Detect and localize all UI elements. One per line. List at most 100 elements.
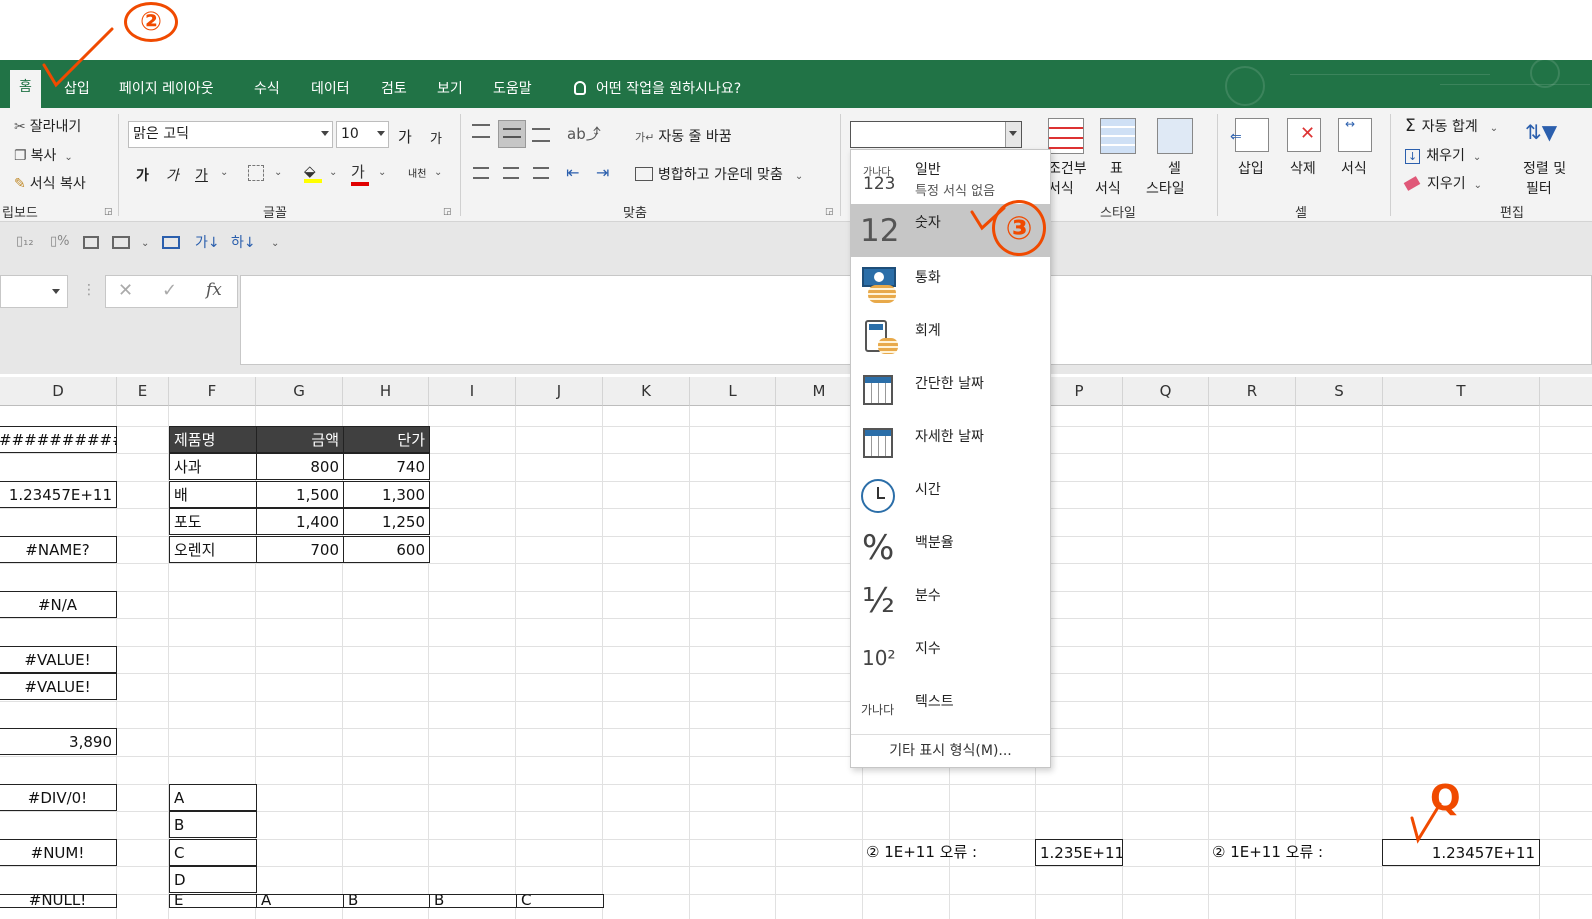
format-as-table-icon[interactable] — [1100, 118, 1136, 154]
table-cell[interactable]: 배 — [169, 481, 257, 508]
qat-merge-icon[interactable] — [112, 236, 130, 249]
format-option-general[interactable]: 가나다 123 일반 특정 서식 없음 — [851, 151, 1050, 204]
grow-font-button[interactable]: 가 — [398, 126, 412, 147]
cell-d[interactable]: #NULL! — [0, 894, 117, 908]
dialog-launcher-icon[interactable]: ◲ — [825, 207, 834, 217]
format-option-accounting[interactable]: 회계 — [851, 310, 1050, 363]
letter-cell[interactable]: C — [516, 894, 604, 908]
tab-view[interactable]: 보기 — [428, 72, 472, 108]
column-header[interactable]: I — [429, 377, 516, 406]
qat-customize-icon[interactable]: ⌄ — [271, 238, 279, 249]
format-as-table-line2[interactable]: 서식 — [1095, 178, 1121, 198]
align-top-icon[interactable] — [472, 124, 490, 138]
letter-cell[interactable]: E — [169, 894, 257, 908]
column-header[interactable]: F — [169, 377, 256, 406]
align-bottom-icon[interactable] — [532, 128, 550, 142]
table-cell[interactable]: 사과 — [169, 453, 257, 480]
qat-number-icon[interactable]: ▯₁₂ — [16, 234, 34, 249]
format-as-table-line1[interactable]: 표 — [1110, 158, 1123, 178]
error-label[interactable]: ② 1E+11 오류 : — [862, 839, 1032, 866]
table-header[interactable]: 제품명 — [169, 426, 257, 453]
tab-formulas[interactable]: 수식 — [245, 72, 289, 108]
tell-me-box[interactable]: 어떤 작업을 원하시나요? — [565, 72, 750, 108]
sort-filter-line1[interactable]: 정렬 및 — [1523, 158, 1566, 178]
autosum-button[interactable]: Σ 자동 합계 ⌄ — [1405, 116, 1498, 136]
table-header[interactable]: 단가 — [343, 426, 430, 453]
letter-cell[interactable]: C — [169, 839, 257, 866]
cut-button[interactable]: ✂ 잘라내기 — [14, 116, 81, 136]
format-option-time[interactable]: 시간 — [851, 469, 1050, 522]
qat-percent-icon[interactable]: ▯% — [50, 234, 70, 249]
increase-indent-icon[interactable]: ⇥ — [596, 163, 609, 182]
format-cells-label[interactable]: 서식 — [1341, 158, 1367, 178]
table-cell[interactable]: 1,400 — [256, 508, 344, 535]
cell-d[interactable]: #DIV/0! — [0, 784, 117, 811]
table-cell[interactable]: 740 — [343, 453, 430, 480]
table-cell[interactable]: 1,300 — [343, 481, 430, 508]
format-option-percentage[interactable]: % 백분율 — [851, 522, 1050, 575]
format-option-long-date[interactable]: 자세한 날짜 — [851, 416, 1050, 469]
qat-width-icon[interactable] — [162, 236, 180, 249]
conditional-format-icon[interactable] — [1048, 118, 1084, 154]
cell-styles-icon[interactable] — [1157, 118, 1193, 154]
dialog-launcher-icon[interactable]: ◲ — [443, 207, 452, 217]
letter-cell[interactable]: A — [169, 784, 257, 811]
font-name-select[interactable]: 맑은 고딕 — [128, 121, 333, 148]
table-cell[interactable]: 600 — [343, 536, 430, 563]
cell-d[interactable]: #VALUE! — [0, 673, 117, 700]
align-center-icon[interactable] — [503, 167, 519, 179]
table-cell[interactable]: 700 — [256, 536, 344, 563]
column-header[interactable]: Q — [1123, 377, 1209, 406]
table-cell[interactable]: 오렌지 — [169, 536, 257, 563]
conditional-format-line1[interactable]: 조건부 — [1048, 158, 1087, 178]
cell-d[interactable]: #VALUE! — [0, 646, 117, 673]
splitter-icon[interactable]: ⋮ — [82, 282, 96, 298]
name-box[interactable] — [0, 275, 68, 308]
delete-cells-label[interactable]: 삭제 — [1290, 158, 1316, 178]
format-option-currency[interactable]: 통화 — [851, 257, 1050, 310]
error-value-cell[interactable]: 1.235E+11 — [1035, 839, 1123, 866]
format-painter-button[interactable]: ✎ 서식 복사 — [14, 173, 86, 193]
letter-cell[interactable]: B — [169, 811, 257, 838]
table-cell[interactable]: 1,500 — [256, 481, 344, 508]
format-cells-icon[interactable]: ↔ — [1338, 117, 1372, 152]
number-format-select[interactable] — [850, 121, 1022, 148]
letter-cell[interactable]: B — [343, 894, 430, 908]
clear-button[interactable]: 지우기 ⌄ — [1403, 173, 1482, 193]
dialog-launcher-icon[interactable]: ◲ — [104, 207, 113, 217]
format-option-fraction[interactable]: ½ 분수 — [851, 575, 1050, 628]
more-number-formats-link[interactable]: 기타 표시 형식(M)... — [851, 736, 1050, 766]
tab-data[interactable]: 데이터 — [302, 72, 359, 108]
italic-button[interactable]: 가 — [166, 165, 179, 185]
border-icon[interactable] — [248, 165, 264, 181]
decrease-indent-icon[interactable]: ⇤ — [566, 163, 579, 182]
table-header[interactable]: 금액 — [256, 426, 344, 453]
letter-cell[interactable]: D — [169, 866, 257, 893]
qat-sort-desc-icon[interactable]: 하↓ — [231, 232, 256, 252]
cell-styles-line1[interactable]: 셀 — [1168, 158, 1181, 178]
align-middle-icon[interactable] — [498, 120, 526, 148]
format-option-short-date[interactable]: 간단한 날짜 — [851, 363, 1050, 416]
column-header[interactable]: E — [117, 377, 169, 406]
column-header[interactable]: T — [1383, 377, 1540, 406]
table-cell[interactable]: 1,250 — [343, 508, 430, 535]
fill-color-icon[interactable]: ⬙ — [304, 162, 322, 183]
cell-d[interactable]: 3,890 — [0, 728, 117, 755]
table-cell[interactable]: 800 — [256, 453, 344, 480]
column-header[interactable]: J — [516, 377, 603, 406]
underline-button[interactable]: 가 — [195, 165, 208, 185]
error-value-cell[interactable]: 1.23457E+11 — [1382, 839, 1540, 866]
cell-d[interactable]: ############ — [0, 426, 117, 453]
insert-cells-icon[interactable]: ⇐ — [1230, 118, 1269, 152]
fill-button[interactable]: ↓ 채우기 ⌄ — [1405, 145, 1481, 165]
column-header[interactable]: R — [1209, 377, 1296, 406]
qat-sort-icon[interactable]: 가↓ — [195, 232, 220, 252]
error-label[interactable]: ② 1E+11 오류 : — [1208, 839, 1378, 866]
align-right-icon[interactable] — [533, 167, 549, 179]
phonetic-guide-icon[interactable]: 내천 — [408, 165, 426, 180]
font-size-select[interactable]: 10 — [336, 121, 389, 148]
merge-center-button[interactable]: 병합하고 가운데 맞춤 ⌄ — [635, 164, 803, 184]
tab-help[interactable]: 도움말 — [484, 72, 541, 108]
cell-d[interactable]: #NUM! — [0, 839, 117, 866]
tab-review[interactable]: 검토 — [372, 72, 416, 108]
